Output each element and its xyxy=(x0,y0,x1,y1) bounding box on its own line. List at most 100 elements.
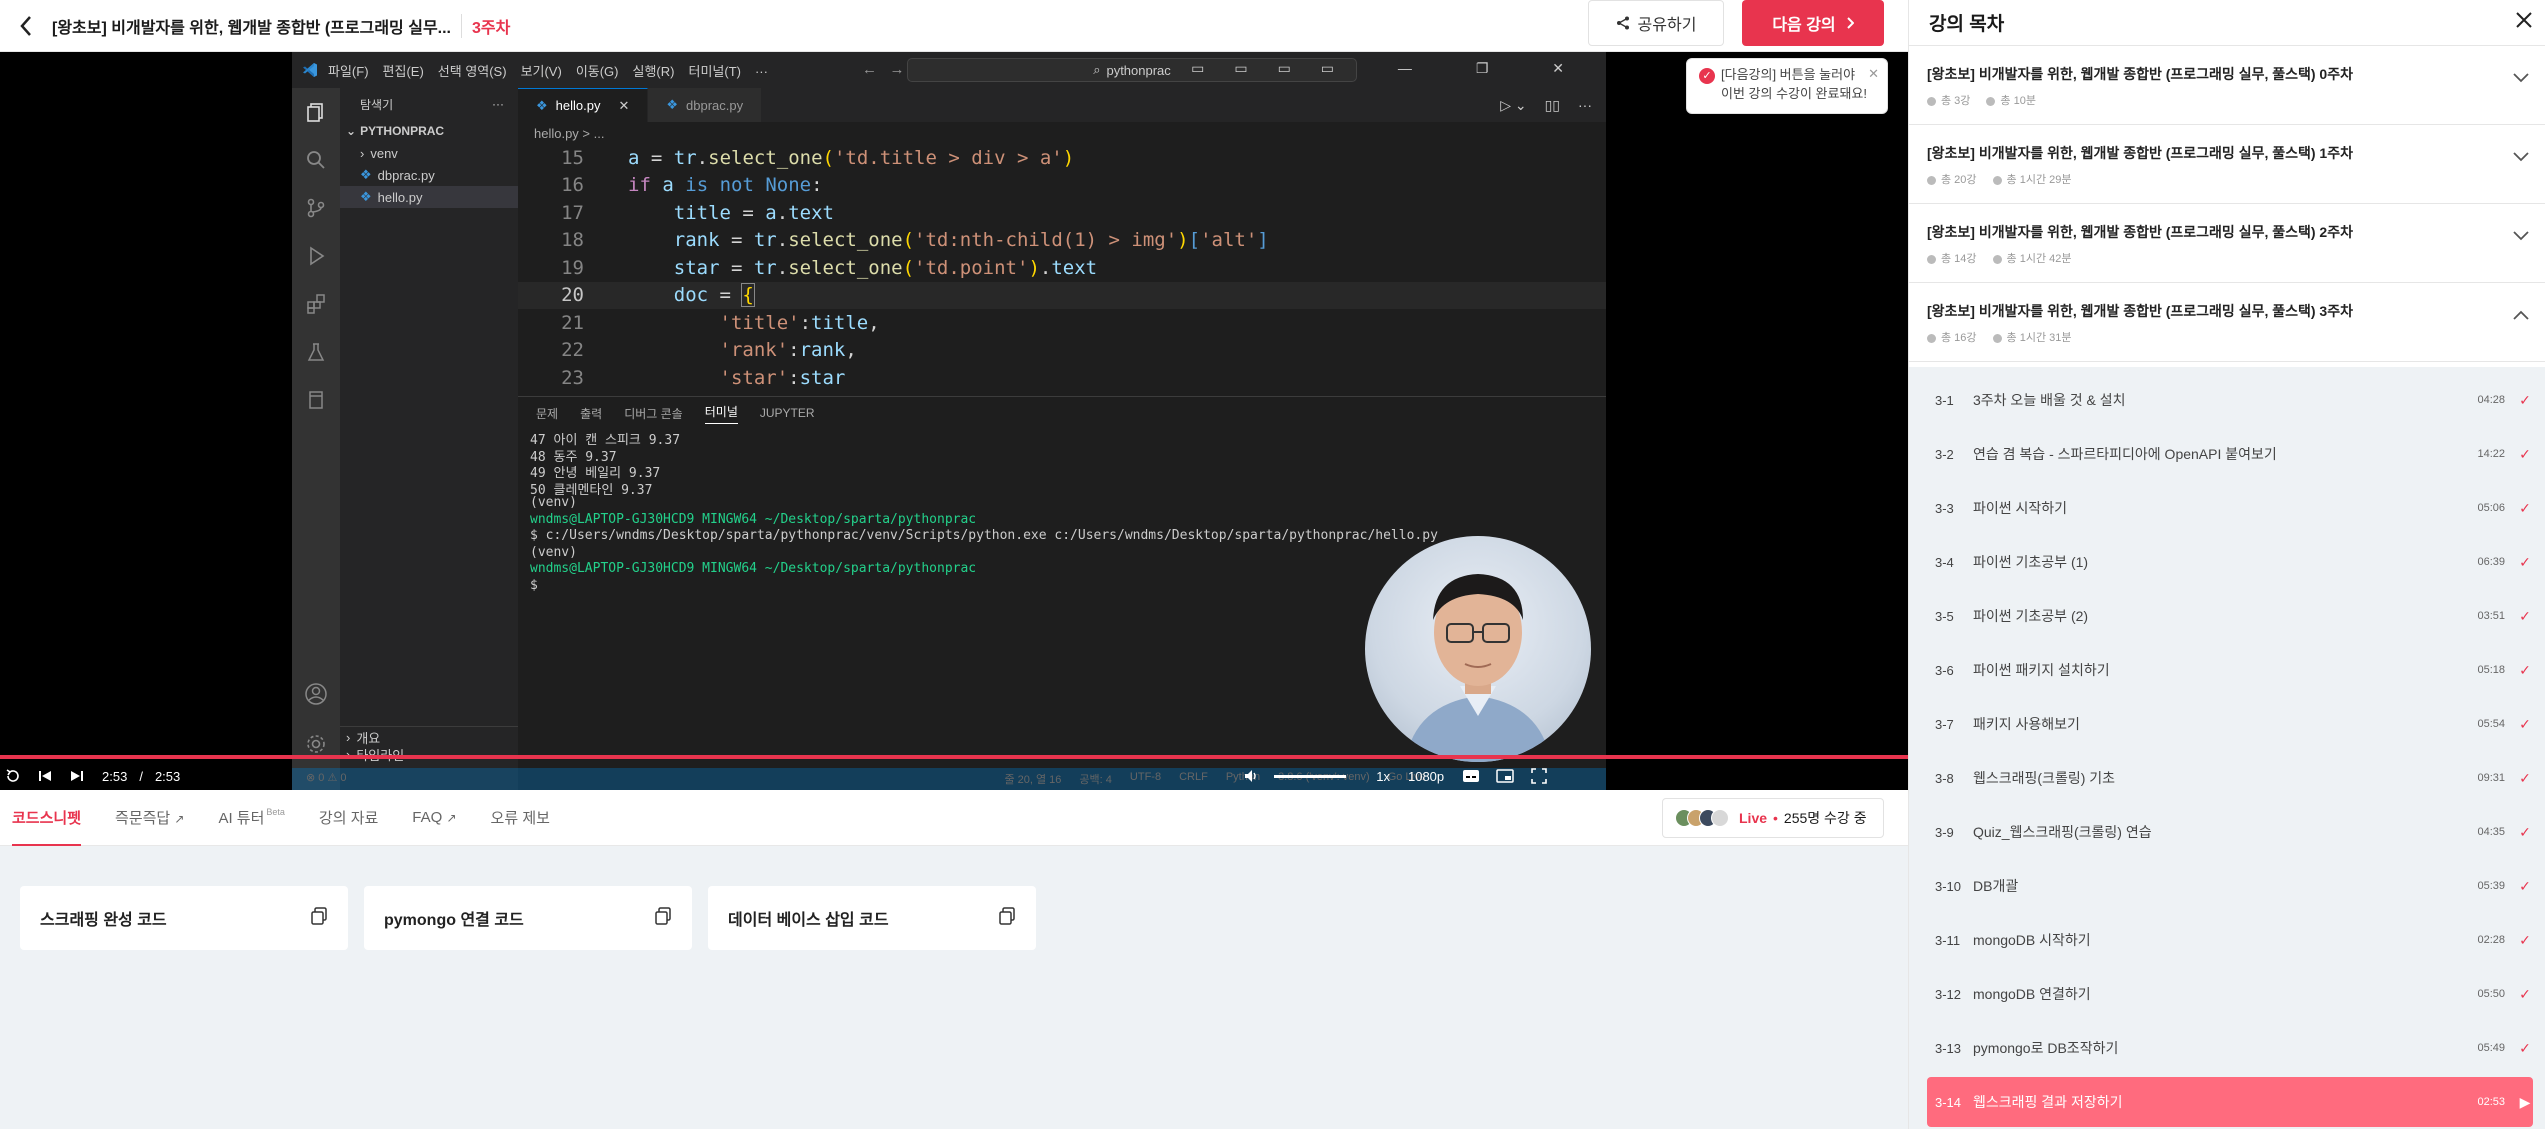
close-icon[interactable] xyxy=(2515,11,2533,35)
project-folder: ⌄ PYTHONPRAC xyxy=(340,120,518,142)
outline-section: › 개요 xyxy=(340,726,518,748)
code-line: 21 'title':title, xyxy=(561,311,880,334)
snippet-title: 스크래핑 완성 코드 xyxy=(40,912,167,929)
source-control-icon xyxy=(292,184,340,232)
tab-ai-tutor[interactable]: AI 튜터 Beta xyxy=(218,807,284,828)
menu-item: 이동(G) xyxy=(575,63,619,79)
next-lecture-toast: ✓ ✕ [다음강의] 버튼을 눌러야 이번 강의 수강이 완료돼요! xyxy=(1686,58,1888,114)
video-player[interactable]: 파일(F) 편집(E) 선택 영역(S) 보기(V) 이동(G) 실행(R) 터미널(T) ·… xyxy=(0,52,1908,790)
lesson-number: 3-1 xyxy=(1935,392,1954,408)
explorer-panel: 탐색기 ··· ⌄ PYTHONPRAC › venv ❖ dbprac.py ❖ he… xyxy=(340,88,518,790)
lesson-item[interactable]: 3-2 연습 겸 복습 - 스파르타피디아에 OpenAPI 붙여보기 14:22 ✓ xyxy=(1927,429,2533,479)
menu-item: 파일(F) xyxy=(328,63,369,79)
current-time: 2:53 xyxy=(102,768,128,784)
code-line: 16 if a is not None: xyxy=(561,174,823,197)
progress-bar[interactable] xyxy=(0,755,1908,759)
volume-icon[interactable] xyxy=(1240,765,1262,787)
tab-label: hello.py xyxy=(555,98,601,113)
lesson-number: 3-4 xyxy=(1935,554,1954,570)
instructor-webcam xyxy=(1365,536,1591,762)
snippet-card[interactable]: 스크래핑 완성 코드 xyxy=(20,886,348,950)
lesson-item[interactable]: 3-3 파이썬 시작하기 05:06 ✓ xyxy=(1927,483,2533,533)
lesson-duration: 05:18 xyxy=(2477,664,2505,676)
run-debug-icon xyxy=(292,232,340,280)
lesson-title: 웹스크래핑 결과 저장하기 xyxy=(1973,1094,2123,1110)
lesson-duration: 06:39 xyxy=(2477,556,2505,568)
lesson-item[interactable]: 3-6 파이썬 패키지 설치하기 05:18 ✓ xyxy=(1927,645,2533,695)
lesson-item[interactable]: 3-1 3주차 오늘 배울 것 & 설치 04:28 ✓ xyxy=(1927,375,2533,425)
code-line: 15 a = tr.select_one('td.title > div > a'… xyxy=(561,146,1075,169)
next-lecture-button[interactable]: 다음 강의 xyxy=(1742,0,1884,46)
lesson-item[interactable]: 3-4 파이썬 기초공부 (1) 06:39 ✓ xyxy=(1927,537,2533,587)
check-icon: ✓ xyxy=(1699,68,1715,84)
check-icon: ✓ xyxy=(2519,499,2531,516)
replay-icon[interactable] xyxy=(2,765,24,787)
menu-item: 편집(E) xyxy=(382,63,424,79)
lesson-number: 3-2 xyxy=(1935,446,1954,462)
subtitles-icon[interactable] xyxy=(1460,765,1482,787)
lesson-number: 3-12 xyxy=(1935,986,1962,1002)
pip-icon[interactable] xyxy=(1494,765,1516,787)
copy-icon[interactable] xyxy=(998,906,1016,930)
live-label: Live xyxy=(1739,810,1768,826)
week-section[interactable]: [왕초보] 비개발자를 위한, 웹개발 종합반 (프로그래밍 실무, 풀스택) … xyxy=(1909,283,2545,362)
terminal-line: 48 동주 9.37 xyxy=(530,449,617,463)
check-icon: ✓ xyxy=(2519,769,2531,786)
lesson-item[interactable]: 3-5 파이썬 기초공부 (2) 03:51 ✓ xyxy=(1927,591,2533,641)
project-name: PYTHONPRAC xyxy=(360,124,445,138)
week-section[interactable]: [왕초보] 비개발자를 위한, 웹개발 종합반 (프로그래밍 실무, 풀스택) … xyxy=(1909,204,2545,283)
fullscreen-icon[interactable] xyxy=(1528,765,1550,787)
lesson-item[interactable]: 3-10 DB개괄 05:39 ✓ xyxy=(1927,861,2533,911)
lesson-item[interactable]: 3-8 웹스크래핑(크롤링) 기초 09:31 ✓ xyxy=(1927,753,2533,803)
close-icon[interactable]: ✕ xyxy=(1868,64,1879,83)
back-button[interactable] xyxy=(0,0,52,52)
speed-label[interactable]: 1x xyxy=(1376,769,1390,784)
lesson-number: 3-5 xyxy=(1935,608,1954,624)
lesson-item[interactable]: 3-13 pymongo로 DB조작하기 05:49 ✓ xyxy=(1927,1023,2533,1073)
lesson-number: 3-11 xyxy=(1935,932,1961,948)
week-meta: 총 16강 총 1시간 31분 xyxy=(1927,329,2531,345)
check-icon: ✓ xyxy=(2519,391,2531,408)
lesson-item[interactable]: 3-12 mongoDB 연결하기 05:50 ✓ xyxy=(1927,969,2533,1019)
avatar xyxy=(1711,809,1729,827)
chevron-up-icon xyxy=(2513,307,2529,325)
lesson-item[interactable]: 3-7 패키지 사용해보기 05:54 ✓ xyxy=(1927,699,2533,749)
week-section[interactable]: [왕초보] 비개발자를 위한, 웹개발 종합반 (프로그래밍 실무, 풀스택) … xyxy=(1909,46,2545,125)
breadcrumb: hello.py > ... xyxy=(534,125,605,141)
chevron-right-icon xyxy=(1846,17,1854,29)
terminal-tab: JUPYTER xyxy=(759,406,815,420)
copy-icon[interactable] xyxy=(654,906,672,930)
share-button[interactable]: 공유하기 xyxy=(1588,0,1724,46)
play-icon: ▶ xyxy=(2519,1093,2531,1110)
skip-back-icon[interactable] xyxy=(34,765,56,787)
tools-tabs: 코드스니펫 즉문즉답 ↗ AI 튜터 Beta 강의 자료 FAQ ↗ 오류 제보 xyxy=(0,790,1908,846)
volume-slider[interactable] xyxy=(1274,774,1347,778)
lesson-item[interactable]: 3-9 Quiz_웹스크래핑(크롤링) 연습 04:35 ✓ xyxy=(1927,807,2533,857)
tab-lecture-materials[interactable]: 강의 자료 xyxy=(319,807,378,828)
tab-label: dbprac.py xyxy=(686,97,744,113)
lesson-title: Quiz_웹스크래핑(크롤링) 연습 xyxy=(1973,824,2152,840)
week-section[interactable]: [왕초보] 비개발자를 위한, 웹개발 종합반 (프로그래밍 실무, 풀스택) … xyxy=(1909,125,2545,204)
total-time: 2:53 xyxy=(154,768,181,784)
week-title: [왕초보] 비개발자를 위한, 웹개발 종합반 (프로그래밍 실무, 풀스택) … xyxy=(1927,303,2353,319)
window-controls-icon: ▭▭▭▭ — ❐ ✕ xyxy=(1191,60,1594,76)
lesson-item-current[interactable]: 3-14 웹스크래핑 결과 저장하기 02:53 ▶ xyxy=(1927,1077,2533,1127)
snippet-card[interactable]: pymongo 연결 코드 xyxy=(364,886,692,950)
instructor-face-icon xyxy=(1405,574,1551,762)
live-count: 255명 수강 중 xyxy=(1783,810,1867,826)
copy-icon[interactable] xyxy=(310,906,328,930)
code-line: 23 'star':star xyxy=(561,366,846,389)
lesson-item[interactable]: 3-11 mongoDB 시작하기 02:28 ✓ xyxy=(1927,915,2533,965)
code-line: 22 'rank':rank, xyxy=(561,339,857,362)
terminal-line: wndms@LAPTOP-GJ30HCD9 MINGW64 ~/Desktop/… xyxy=(530,511,977,527)
tab-code-snippet[interactable]: 코드스니펫 xyxy=(12,789,82,846)
code-line: 20 doc = { xyxy=(518,281,1606,309)
tab-report-error[interactable]: 오류 제보 xyxy=(491,807,550,828)
week-meta: 총 14강 총 1시간 42분 xyxy=(1927,250,2531,266)
skip-forward-icon[interactable] xyxy=(66,765,88,787)
tab-faq[interactable]: FAQ ↗ xyxy=(412,809,456,826)
tab-instant-qa[interactable]: 즉문즉답 ↗ xyxy=(115,807,184,828)
outline-label: 개요 xyxy=(356,731,381,746)
snippet-card[interactable]: 데이터 베이스 삽입 코드 xyxy=(708,886,1036,950)
quality-label[interactable]: 1080p xyxy=(1408,769,1444,784)
